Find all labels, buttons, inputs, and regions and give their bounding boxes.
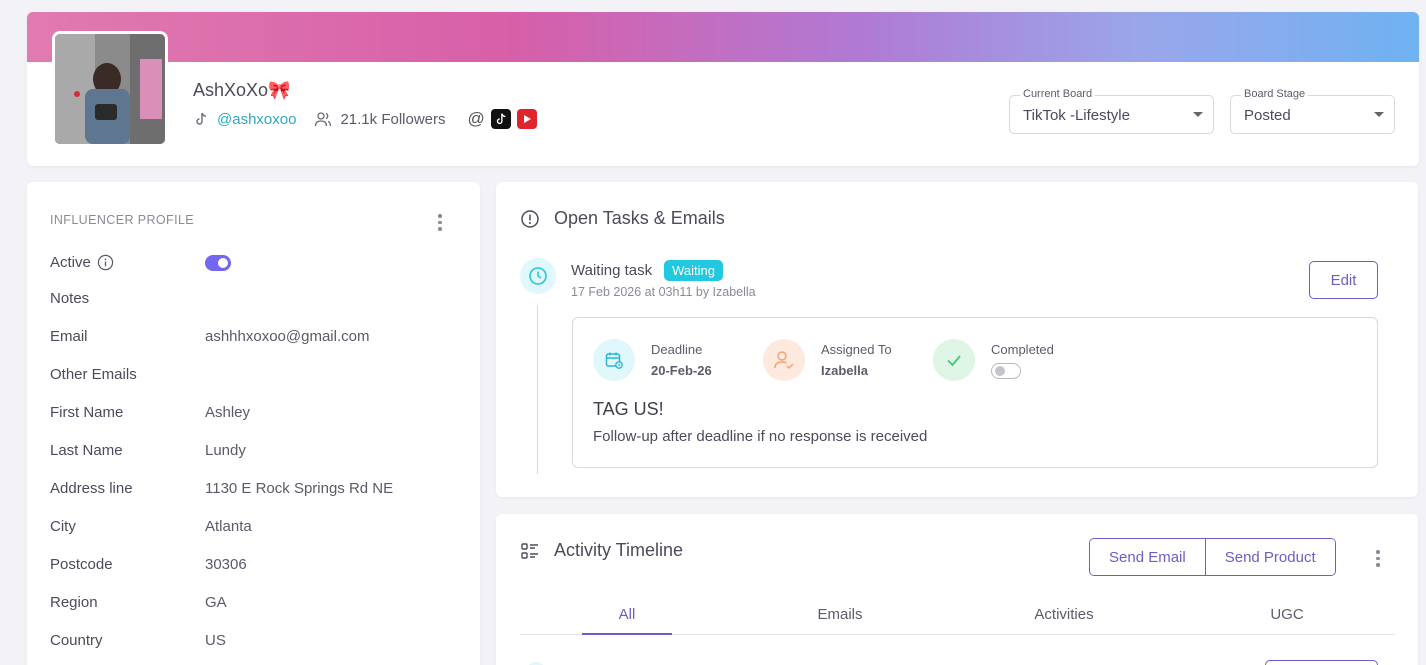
active-label: Active [50,254,91,271]
send-product-button[interactable]: Send Product [1204,539,1335,575]
alert-circle-icon [521,209,539,228]
check-icon [933,339,975,381]
current-board-value: TikTok -Lifestyle [1023,107,1130,124]
profile-field-row: Notes [50,290,205,307]
tiktok-link-icon[interactable] [490,109,511,129]
field-label: Address line [50,480,133,497]
tab-all[interactable]: All [619,606,636,623]
task-details-box: Deadline 20-Feb-26 Assigned To Izabella [572,317,1378,468]
send-email-button[interactable]: Send Email [1090,539,1205,575]
completed-toggle[interactable] [991,362,1021,379]
field-label: Last Name [50,442,123,459]
assigned-value: Izabella [821,363,868,378]
board-stage-label: Board Stage [1241,88,1309,100]
field-label: Postcode [50,556,113,573]
task-heading: TAG US! [593,399,664,419]
field-label: City [50,518,76,535]
deadline-item: Deadline 20-Feb-26 [593,339,712,381]
active-tab-indicator [582,633,672,635]
profile-field-row: Country US [50,632,226,649]
completed-item: Completed [933,339,1054,381]
list-details-icon [521,542,538,559]
timeline-line [537,306,538,474]
profile-field-row: City Atlanta [50,518,252,535]
activity-tabs: All Emails Activities UGC [520,596,1395,635]
task-meta: 17 Feb 2026 at 03h11 by Izabella [571,285,756,299]
info-icon[interactable] [97,254,114,271]
active-toggle[interactable] [205,254,231,271]
field-label: First Name [50,404,124,421]
profile-field-row: Email ashhhxoxoo@gmail.com [50,328,369,345]
edit-task-button[interactable]: Edit [1309,261,1378,299]
influencer-profile-card: INFLUENCER PROFILE Active Notes Email as… [27,182,480,665]
active-row: Active [50,254,231,271]
deadline-value: 20-Feb-26 [651,363,712,378]
profile-field-row: First Name Ashley [50,404,250,421]
profile-field-row: Region GA [50,594,227,611]
influencer-profile-title: INFLUENCER PROFILE [50,213,195,227]
open-tasks-card: Open Tasks & Emails Waiting task Waiting… [496,182,1418,497]
more-options-icon[interactable] [1376,550,1380,567]
field-value: Atlanta [205,518,252,535]
profile-field-row: Postcode 30306 [50,556,247,573]
field-label: Country [50,632,103,649]
task-title: Waiting task [571,262,653,279]
assigned-item: Assigned To Izabella [763,339,892,381]
open-tasks-header: Open Tasks & Emails [520,208,725,229]
tiktok-handle-link[interactable]: @ashxoxoo [217,111,296,128]
current-board-label: Current Board [1020,88,1096,100]
deadline-label: Deadline [651,342,703,357]
profile-field-row: Last Name Lundy [50,442,246,459]
profile-field-row: Address line 1130 E Rock Springs Rd NE [50,480,393,497]
youtube-link-icon[interactable] [516,109,537,129]
board-stage-select[interactable]: Board Stage Posted [1230,88,1395,134]
avatar[interactable] [52,31,168,147]
field-value: US [205,632,226,649]
followers-count: 21.1k Followers [340,110,446,128]
completed-label: Completed [991,341,1054,357]
user-check-icon [763,339,805,381]
field-value: Ashley [205,404,251,421]
field-label: Region [50,594,98,611]
activity-title: Activity Timeline [554,540,684,560]
profile-header-card: AshXoXo🎀 @ashxoxoo 21.1k Followers @ Cur… [27,12,1419,166]
current-board-select[interactable]: Current Board TikTok -Lifestyle [1009,88,1214,134]
chevron-down-icon [1374,112,1384,117]
board-stage-value: Posted [1244,107,1291,124]
profile-banner [27,12,1419,62]
task-description: Follow-up after deadline if no response … [593,428,928,445]
at-icon[interactable]: @ [468,109,485,129]
field-label: Other Emails [50,366,137,383]
field-label: Email [50,328,88,345]
tab-ugc[interactable]: UGC [1270,606,1303,623]
field-value: 30306 [205,556,247,573]
field-value: GA [205,594,227,611]
field-value: 1130 E Rock Springs Rd NE [205,480,394,497]
profile-meta-row: @ashxoxoo 21.1k Followers @ [193,109,543,129]
field-value: Lundy [205,442,246,459]
status-badge: Waiting [664,260,724,281]
open-tasks-title: Open Tasks & Emails [554,208,725,228]
chevron-down-icon [1193,112,1203,117]
influencer-name: AshXoXo🎀 [193,80,291,100]
activity-header: Activity Timeline [520,540,683,561]
tiktok-icon [196,112,207,125]
field-value: ashhhxoxoo@gmail.com [205,328,370,345]
more-options-icon[interactable] [438,214,442,231]
tab-activities[interactable]: Activities [1034,606,1093,623]
calendar-icon [593,339,635,381]
users-icon [315,112,332,127]
activity-timeline-card: Activity Timeline Send Email Send Produc… [496,514,1418,665]
tab-emails[interactable]: Emails [817,606,862,623]
field-label: Notes [50,290,90,307]
clock-icon [520,258,556,294]
activity-actions: Send Email Send Product [1089,538,1336,576]
active-label-wrap: Active [50,254,205,271]
profile-field-row: Other Emails [50,366,205,383]
assigned-label: Assigned To [821,342,892,357]
task-title-row: Waiting task Waiting [571,260,724,281]
timeline-item-button[interactable] [1265,660,1378,665]
